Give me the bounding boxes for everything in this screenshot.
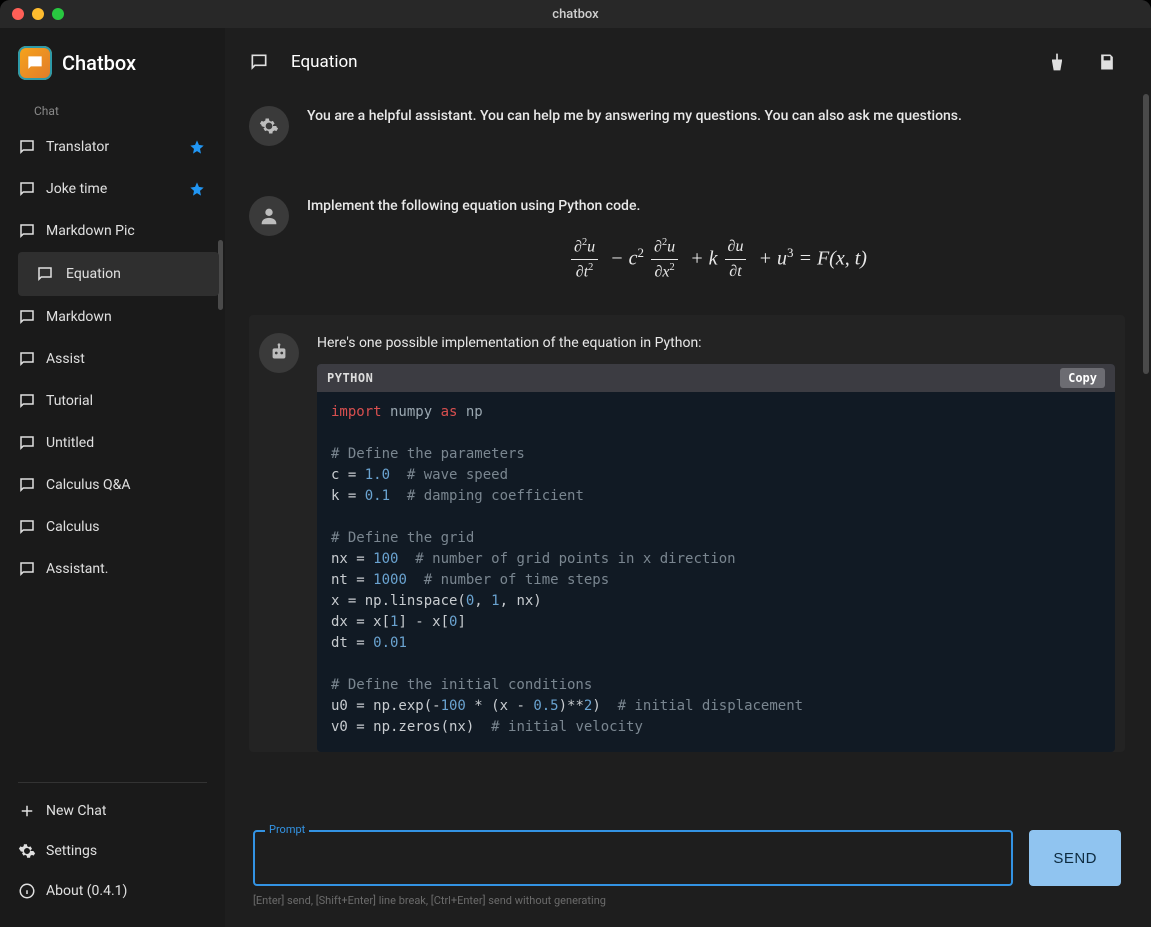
chat-icon	[18, 392, 36, 410]
sidebar-item-label: Markdown Pic	[46, 223, 135, 239]
sidebar-item-equation[interactable]: Equation	[18, 252, 219, 296]
new-chat-button[interactable]: New Chat	[0, 791, 225, 831]
chat-icon	[18, 518, 36, 536]
conversation-scrollbar[interactable]	[1143, 94, 1149, 374]
assistant-message-body: Here's one possible implementation of th…	[317, 333, 1115, 752]
sidebar-item-label: Translator	[46, 139, 109, 155]
sidebar-item-markdown-pic[interactable]: Markdown Pic	[0, 210, 225, 252]
assistant-message: Here's one possible implementation of th…	[249, 315, 1125, 752]
gear-avatar-icon	[249, 106, 289, 146]
main-panel: Equation You are a helpful assistant. Yo…	[225, 28, 1151, 927]
user-message-text: Implement the following equation using P…	[307, 196, 1129, 217]
chat-list: Translator Joke time Markd	[0, 126, 225, 774]
chat-icon	[18, 476, 36, 494]
code-block: PYTHON Copy import numpy as np # Define …	[317, 364, 1115, 752]
prompt-label: Prompt	[265, 823, 309, 836]
code-header: PYTHON Copy	[317, 364, 1115, 392]
sidebar-item-assistant[interactable]: Assistant.	[0, 548, 225, 590]
system-message-text: You are a helpful assistant. You can hel…	[307, 106, 1129, 146]
sidebar-item-calculus-qa[interactable]: Calculus Q&A	[0, 464, 225, 506]
save-button[interactable]	[1093, 48, 1121, 76]
sidebar-item-label: Joke time	[46, 181, 107, 197]
user-message-body: Implement the following equation using P…	[307, 196, 1129, 293]
user-avatar-icon	[249, 196, 289, 236]
window-title: chatbox	[552, 7, 598, 22]
sidebar-item-untitled[interactable]: Untitled	[0, 422, 225, 464]
app-name: Chatbox	[62, 51, 136, 75]
sidebar: Chatbox Chat Translator	[0, 28, 225, 927]
star-icon	[189, 139, 205, 155]
code-content: import numpy as np # Define the paramete…	[317, 392, 1115, 752]
minimize-window-button[interactable]	[32, 8, 44, 20]
input-hint: [Enter] send, [Shift+Enter] line break, …	[253, 894, 1121, 907]
sidebar-item-label: Calculus Q&A	[46, 477, 130, 493]
chat-icon	[18, 222, 36, 240]
titlebar: chatbox	[0, 0, 1151, 28]
chat-icon	[18, 434, 36, 452]
send-button[interactable]: SEND	[1029, 830, 1121, 886]
system-message: You are a helpful assistant. You can hel…	[249, 94, 1139, 168]
copy-code-button[interactable]: Copy	[1060, 368, 1105, 388]
sidebar-item-markdown[interactable]: Markdown	[0, 296, 225, 338]
bot-avatar-icon	[259, 333, 299, 373]
plus-icon	[18, 802, 36, 820]
chat-icon	[18, 180, 36, 198]
user-message: Implement the following equation using P…	[249, 168, 1139, 315]
chat-icon	[249, 52, 269, 72]
sidebar-item-joke-time[interactable]: Joke time	[0, 168, 225, 210]
sidebar-item-label: Assist	[46, 351, 85, 367]
equation-display: ∂2u∂t2 − c2 ∂2u∂x2 + k ∂u∂t + u3 = F(x, …	[307, 217, 1129, 293]
page-title: Equation	[291, 52, 358, 72]
app-brand: Chatbox	[0, 46, 225, 98]
about-button[interactable]: About (0.4.1)	[0, 871, 225, 911]
sidebar-item-calculus[interactable]: Calculus	[0, 506, 225, 548]
input-area: Prompt SEND [Enter] send, [Shift+Enter] …	[225, 816, 1151, 927]
prompt-field-wrap: Prompt	[253, 830, 1013, 886]
chat-icon	[18, 350, 36, 368]
info-icon	[18, 882, 36, 900]
sidebar-item-assist[interactable]: Assist	[0, 338, 225, 380]
chat-icon	[18, 308, 36, 326]
sidebar-item-label: Calculus	[46, 519, 100, 535]
sidebar-item-translator[interactable]: Translator	[0, 126, 225, 168]
sidebar-item-label: Equation	[66, 266, 121, 282]
new-chat-label: New Chat	[46, 803, 106, 819]
sidebar-section-label: Chat	[0, 98, 225, 126]
star-icon	[189, 181, 205, 197]
sidebar-item-label: Untitled	[46, 435, 94, 451]
traffic-lights	[12, 8, 64, 20]
code-language-label: PYTHON	[327, 369, 373, 387]
chat-icon	[36, 265, 54, 283]
gear-icon	[18, 842, 36, 860]
chat-icon	[18, 138, 36, 156]
app-logo-icon	[18, 46, 52, 80]
chat-icon	[18, 560, 36, 578]
about-label: About (0.4.1)	[46, 883, 127, 899]
sidebar-item-tutorial[interactable]: Tutorial	[0, 380, 225, 422]
sidebar-item-label: Assistant.	[46, 561, 108, 577]
prompt-input[interactable]	[255, 832, 1011, 880]
conversation: You are a helpful assistant. You can hel…	[225, 94, 1151, 816]
app-window: chatbox Chatbox Chat Translator	[0, 0, 1151, 927]
sidebar-item-label: Tutorial	[46, 393, 93, 409]
maximize-window-button[interactable]	[52, 8, 64, 20]
main-header: Equation	[225, 28, 1151, 94]
settings-button[interactable]: Settings	[0, 831, 225, 871]
clean-button[interactable]	[1043, 48, 1071, 76]
close-window-button[interactable]	[12, 8, 24, 20]
sidebar-item-label: Markdown	[46, 309, 112, 325]
assistant-intro-text: Here's one possible implementation of th…	[317, 333, 1115, 354]
settings-label: Settings	[46, 843, 97, 859]
